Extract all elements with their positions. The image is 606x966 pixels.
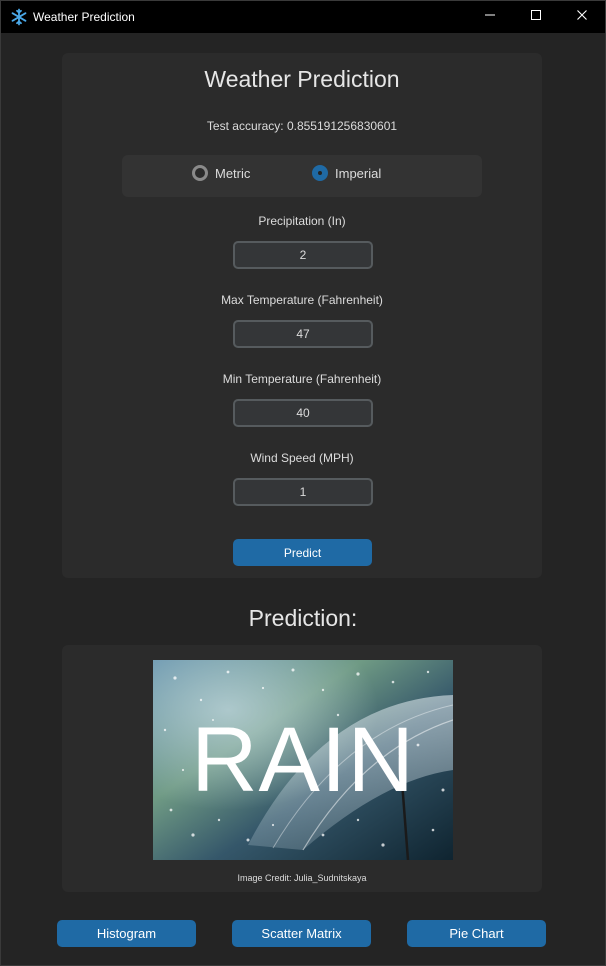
minimize-button[interactable] <box>467 1 513 33</box>
max-temp-input[interactable] <box>233 320 373 348</box>
histogram-button[interactable]: Histogram <box>57 920 196 947</box>
wind-speed-input[interactable] <box>233 478 373 506</box>
radio-metric-circle[interactable] <box>192 165 208 181</box>
radio-imperial-circle[interactable] <box>312 165 328 181</box>
prediction-heading: Prediction: <box>248 605 358 631</box>
min-temp-input[interactable] <box>233 399 373 427</box>
wind-speed-label: Wind Speed (MPH) <box>250 451 354 465</box>
minimize-icon <box>484 8 496 26</box>
precipitation-label: Precipitation (In) <box>258 214 346 228</box>
prediction-text: RAIN <box>191 708 415 811</box>
title-bar[interactable]: Weather Prediction <box>1 1 605 33</box>
radio-imperial[interactable]: Imperial <box>312 165 381 181</box>
window-title: Weather Prediction <box>33 10 135 24</box>
units-radio-group: Metric Imperial <box>122 155 482 197</box>
prediction-image: RAIN <box>153 660 453 860</box>
min-temp-label: Min Temperature (Fahrenheit) <box>222 372 382 386</box>
maximize-icon <box>530 8 542 26</box>
radio-metric[interactable]: Metric <box>192 165 250 181</box>
radio-imperial-label: Imperial <box>335 165 382 181</box>
max-temp-label: Max Temperature (Fahrenheit) <box>221 293 383 307</box>
close-button[interactable] <box>559 1 605 33</box>
close-icon <box>576 8 588 26</box>
predict-button[interactable]: Predict <box>233 539 372 566</box>
app-window: Weather Prediction Weather Prediction Te… <box>0 0 606 966</box>
maximize-button[interactable] <box>513 1 559 33</box>
precipitation-input[interactable] <box>233 241 373 269</box>
scatter-matrix-button[interactable]: Scatter Matrix <box>232 920 371 947</box>
form-heading: Weather Prediction <box>204 66 400 92</box>
prediction-card: RAIN Image Credit: Julia_Sudnitskaya <box>62 645 542 892</box>
accuracy-label: Test accuracy: 0.855191256830601 <box>206 119 398 133</box>
image-credit: Image Credit: Julia_Sudnitskaya <box>237 873 367 883</box>
radio-metric-label: Metric <box>215 165 251 181</box>
input-card: Weather Prediction Test accuracy: 0.8551… <box>62 53 542 578</box>
pie-chart-button[interactable]: Pie Chart <box>407 920 546 947</box>
snowflake-icon <box>10 8 28 26</box>
